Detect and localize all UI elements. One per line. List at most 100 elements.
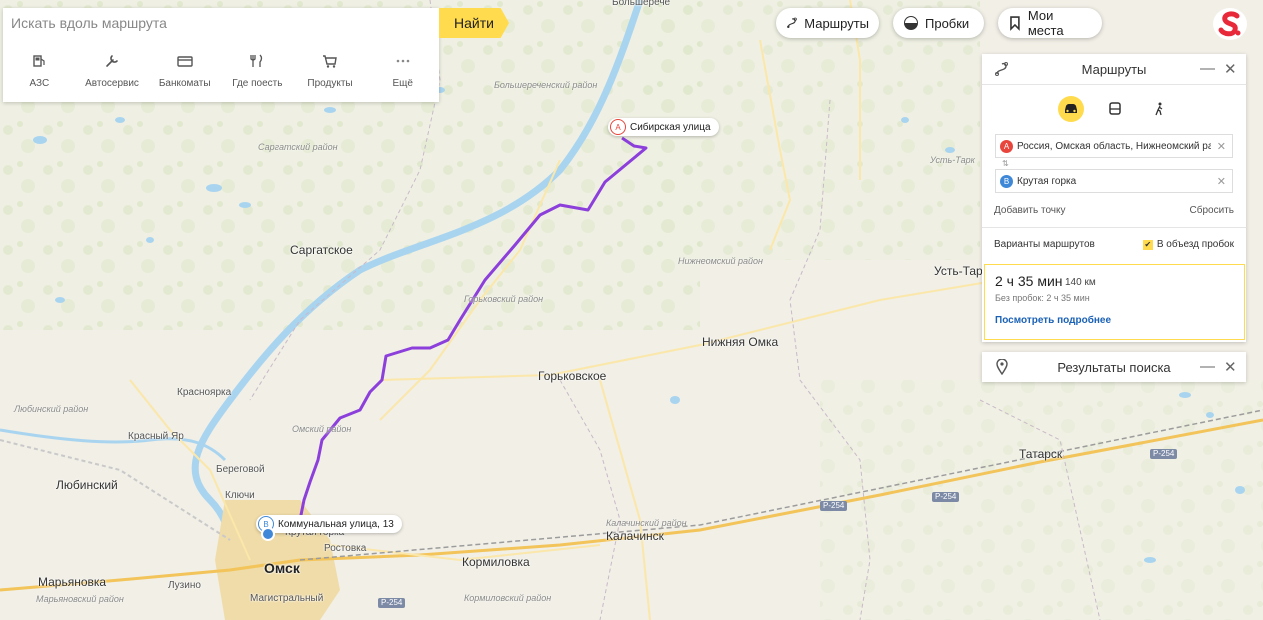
- routes-button-label: Маршруты: [804, 15, 869, 31]
- clear-icon[interactable]: ✕: [1217, 175, 1226, 188]
- place-label: Марьяновка: [38, 575, 107, 589]
- close-icon[interactable]: ✕: [1224, 60, 1237, 78]
- category-label: Банкоматы: [158, 78, 211, 89]
- district-label: Калачинский район: [606, 518, 687, 528]
- category-bar: АЗС Автосервис Банкоматы Где поесть Прод…: [3, 46, 439, 96]
- district-label: Саргатский район: [258, 142, 338, 152]
- category-label: Продукты: [307, 78, 353, 89]
- swap-icon[interactable]: ⇅: [1002, 159, 1009, 168]
- more-icon: [396, 59, 409, 63]
- transport-modes: [1058, 96, 1172, 122]
- category-car-service[interactable]: Автосервис: [76, 46, 149, 96]
- mode-car[interactable]: [1058, 96, 1084, 122]
- mode-transit[interactable]: [1102, 96, 1128, 122]
- divider: [982, 227, 1246, 228]
- place-label: Большерече: [612, 0, 671, 8]
- place-label: Береговой: [216, 464, 265, 475]
- gas-station-icon: [33, 55, 45, 67]
- pedestrian-icon: [1155, 102, 1163, 116]
- category-gas-station[interactable]: АЗС: [3, 46, 76, 96]
- route-distance: 140 км: [1065, 277, 1096, 288]
- minimize-icon[interactable]: —: [1200, 358, 1215, 375]
- atm-icon: [176, 56, 193, 67]
- clear-icon[interactable]: ✕: [1217, 140, 1226, 153]
- my-places-button[interactable]: Мои места: [998, 8, 1102, 38]
- mode-walk[interactable]: [1146, 96, 1172, 122]
- marker-a-badge: A: [610, 119, 626, 135]
- place-label: Красный Яр: [128, 431, 184, 442]
- start-marker-label: Сибирская улица: [630, 121, 711, 133]
- bookmark-icon: [1010, 16, 1020, 31]
- highway-shield: Р-254: [1150, 449, 1178, 459]
- waypoint-b-badge: B: [1000, 174, 1013, 188]
- place-label: Горьковское: [538, 369, 607, 383]
- route-from-field[interactable]: A Россия, Омская область, Нижнеомский ра…: [995, 134, 1233, 158]
- route-search-input[interactable]: [3, 8, 439, 38]
- route-to-value: Крутая горка: [1017, 175, 1077, 187]
- district-label: Любинский район: [14, 404, 89, 414]
- highway-shield: Р-254: [378, 598, 406, 608]
- traffic-button-label: Пробки: [925, 15, 970, 31]
- avoid-traffic-checkbox[interactable]: ✔ В объезд пробок: [1142, 239, 1234, 250]
- checkmark-icon: ✔: [1142, 239, 1153, 250]
- category-more[interactable]: Ещё: [366, 46, 439, 96]
- minimize-icon[interactable]: —: [1200, 60, 1215, 77]
- place-label: Ростовка: [324, 543, 367, 554]
- waypoint-a-badge: A: [1000, 139, 1013, 153]
- place-label: Усть-Тар: [934, 264, 983, 278]
- routes-panel: Маршруты — ✕ A Россия, Омская область, Н…: [982, 54, 1246, 342]
- reset-link[interactable]: Сбросить: [1190, 205, 1234, 216]
- vegetation-area: [820, 380, 1263, 620]
- place-label: Любинский: [56, 478, 118, 492]
- highway-shield: Р-254: [820, 501, 848, 511]
- route-option-card[interactable]: 2 ч 35 мин 140 км Без пробок: 2 ч 35 мин…: [984, 264, 1245, 340]
- add-point-link[interactable]: Добавить точку: [994, 205, 1065, 216]
- route-duration: 2 ч 35 мин: [995, 273, 1063, 289]
- my-places-button-label: Мои места: [1027, 8, 1064, 38]
- place-label: Омск: [264, 560, 300, 576]
- category-groceries[interactable]: Продукты: [294, 46, 367, 96]
- place-label: Лузино: [168, 580, 201, 591]
- category-label: АЗС: [29, 78, 50, 89]
- start-marker[interactable]: A Сибирская улица: [608, 118, 719, 136]
- end-marker[interactable]: B Коммунальная улица, 13: [256, 515, 402, 533]
- close-icon[interactable]: ✕: [1224, 358, 1237, 376]
- fork-knife-icon: [250, 54, 263, 67]
- avoid-traffic-label: В объезд пробок: [1156, 239, 1234, 250]
- district-label: Усть-Тарк: [930, 155, 975, 165]
- district-label: Большереченский район: [494, 80, 598, 90]
- category-label: Ещё: [392, 78, 413, 89]
- brand-logo[interactable]: [1213, 8, 1247, 40]
- route-to-field[interactable]: B Крутая горка ✕: [995, 169, 1233, 193]
- highway-shield: Р-254: [932, 492, 960, 502]
- place-label: Саргатское: [290, 243, 353, 257]
- route-details-link[interactable]: Посмотреть подробнее: [995, 315, 1111, 326]
- place-label: Магистральный: [250, 593, 324, 604]
- category-label: Автосервис: [85, 78, 139, 89]
- category-label: Где поесть: [232, 78, 283, 89]
- routes-button[interactable]: Маршруты: [776, 8, 879, 38]
- district-label: Горьковский район: [464, 294, 544, 304]
- brand-s-icon: [1218, 11, 1241, 37]
- find-button[interactable]: Найти: [439, 8, 509, 38]
- search-results-panel: Результаты поиска — ✕: [982, 352, 1246, 382]
- car-icon: [1065, 104, 1077, 113]
- route-no-traffic-time: Без пробок: 2 ч 35 мин: [995, 293, 1090, 303]
- place-label: Красноярка: [177, 387, 232, 398]
- traffic-button[interactable]: Пробки: [893, 8, 984, 38]
- place-label: Татарск: [1019, 447, 1063, 461]
- district-label: Кормиловский район: [464, 593, 552, 603]
- route-from-value: Россия, Омская область, Нижнеомский райо…: [1017, 140, 1211, 152]
- district-label: Нижнеомский район: [678, 256, 763, 266]
- routes-panel-header: Маршруты — ✕: [982, 54, 1246, 85]
- category-food[interactable]: Где поесть: [221, 46, 294, 96]
- district-label: Марьяновский район: [36, 594, 124, 604]
- cart-icon: [323, 55, 337, 68]
- place-label: Нижняя Омка: [702, 335, 779, 349]
- bus-icon: [1109, 102, 1121, 115]
- category-atm[interactable]: Банкоматы: [148, 46, 221, 96]
- end-marker-label: Коммунальная улица, 13: [278, 518, 394, 530]
- route-icon: [787, 17, 797, 29]
- wrench-icon: [106, 55, 118, 67]
- route-variants-label: Варианты маршрутов: [994, 239, 1095, 250]
